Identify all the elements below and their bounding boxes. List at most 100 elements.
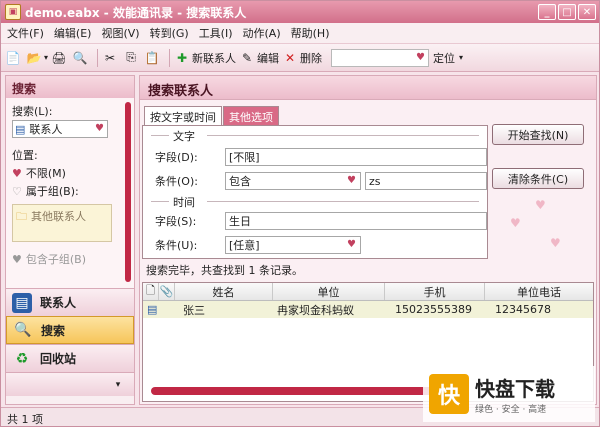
- time-condition-value: [任意]: [229, 239, 260, 252]
- search-type-select[interactable]: ▤ 联系人 ♥: [12, 120, 108, 138]
- new-file-icon: 📄: [5, 50, 21, 65]
- col-type-header[interactable]: 🗋: [143, 283, 159, 300]
- app-window: ▣ demo.eabx - 效能通讯录 - 搜索联系人 _ □ ✕ 文件(F) …: [0, 0, 600, 427]
- document-icon: 🗋: [146, 284, 155, 297]
- menu-help[interactable]: 帮助(H): [291, 25, 330, 41]
- delete-button[interactable]: ✕ 删除: [282, 47, 322, 69]
- col-company-header[interactable]: 单位: [273, 283, 385, 300]
- preview-button[interactable]: 🔍: [72, 47, 90, 69]
- heart-checkbox-icon: ♥: [12, 252, 22, 266]
- delete-label: 删除: [300, 51, 323, 65]
- heart-icon: ♥: [347, 239, 356, 250]
- group-folder-list[interactable]: 🗀 其他联系人: [12, 204, 112, 242]
- heart-icon: ♥: [347, 175, 356, 186]
- position-label: 位置:: [12, 149, 38, 162]
- cut-button[interactable]: ✂: [102, 47, 120, 69]
- heart-radio-icon: ♡: [12, 184, 22, 198]
- minimize-button[interactable]: _: [538, 4, 556, 20]
- option-unlimited[interactable]: ♥ 不限(M): [12, 164, 128, 182]
- time-field-label: 字段(S):: [155, 215, 197, 228]
- time-condition-select[interactable]: [任意] ♥: [225, 236, 361, 254]
- condition-select[interactable]: 包含 ♥: [225, 172, 361, 190]
- window-title: demo.eabx - 效能通讯录 - 搜索联系人: [25, 5, 247, 20]
- edit-label: 编辑: [257, 51, 280, 65]
- tab-other-options[interactable]: 其他选项: [223, 106, 279, 125]
- include-subgroups[interactable]: ♥ 包含子组(B): [12, 250, 128, 268]
- menu-goto[interactable]: 转到(G): [150, 25, 189, 41]
- heart-icon: ♥: [95, 123, 104, 134]
- table-header: 🗋 📎 姓名 单位 手机 单位电话: [143, 283, 593, 301]
- sidebar-title: 搜索: [6, 76, 134, 98]
- print-icon: 🖨: [51, 50, 67, 65]
- locate-button[interactable]: 定位 ▾: [433, 47, 463, 69]
- watermark-tagline: 绿色 · 安全 · 高速: [475, 405, 547, 415]
- copy-button[interactable]: ⎘: [123, 47, 141, 69]
- cell-mobile: 15023555389: [395, 303, 472, 316]
- heart-icon: ♥: [416, 51, 426, 63]
- scissors-icon: ✂: [104, 50, 116, 65]
- search-criteria-panel: 文字 字段(D): [不限] 条件(O): 包含 ♥ zs 时间 字段(S): …: [142, 125, 488, 259]
- col-attachment-header[interactable]: 📎: [159, 283, 175, 300]
- table-row[interactable]: ▤ 张三 冉家坝金科蚂蚁 15023555389 12345678: [143, 301, 593, 318]
- print-button[interactable]: 🖨: [51, 47, 69, 69]
- condition-text-value: zs: [369, 174, 381, 188]
- plus-icon: ✚: [176, 50, 188, 65]
- cell-name: 张三: [183, 303, 205, 317]
- nav-recycle-bin[interactable]: ♻ 回收站: [6, 344, 134, 372]
- tab-text-or-time[interactable]: 按文字或时间: [144, 106, 222, 126]
- toolbar: 📄 📂 ▾ 🖨 🔍 ✂ ⎘ 📋 ✚ 新联系人 ✎ 编辑 ✕ 删除 ♥ 定位 ▾: [1, 44, 599, 72]
- heart-radio-checked-icon: ♥: [12, 166, 22, 180]
- sidebar-search-panel: 搜索(L): ▤ 联系人 ♥ 位置: ♥ 不限(M) ♡ 属于组(B): 🗀 其…: [6, 98, 134, 288]
- sidebar-scrollbar[interactable]: [125, 102, 131, 282]
- contact-card-icon: ▤: [147, 303, 158, 316]
- col-work-phone-header[interactable]: 单位电话: [485, 283, 593, 300]
- menu-actions[interactable]: 动作(A): [243, 25, 281, 41]
- menu-view[interactable]: 视图(V): [101, 25, 139, 41]
- start-search-button[interactable]: 开始查找(N): [492, 124, 584, 145]
- watermark-title: 快盘下载: [475, 377, 555, 401]
- col-name-header[interactable]: 姓名: [175, 283, 273, 300]
- clear-criteria-button[interactable]: 清除条件(C): [492, 168, 584, 189]
- option-group-label: 属于组(B):: [25, 185, 79, 198]
- menu-file[interactable]: 文件(F): [7, 25, 44, 41]
- copy-icon: ⎘: [126, 50, 136, 64]
- field-select-value: [不限]: [229, 151, 260, 164]
- time-field-select[interactable]: 生日: [225, 212, 487, 230]
- nav-more-button[interactable]: ▾: [6, 372, 134, 396]
- option-group[interactable]: ♡ 属于组(B):: [12, 182, 128, 200]
- page-title: 搜索联系人: [140, 76, 596, 100]
- time-field-value: 生日: [229, 215, 251, 228]
- edit-button[interactable]: ✎ 编辑: [239, 47, 279, 69]
- results-scrollbar[interactable]: [151, 387, 451, 395]
- title-bar[interactable]: ▣ demo.eabx - 效能通讯录 - 搜索联系人 _ □ ✕: [1, 1, 599, 23]
- new-file-button[interactable]: 📄: [5, 47, 23, 69]
- condition-text-input[interactable]: zs: [365, 172, 487, 190]
- nav-contacts-label: 联系人: [40, 296, 77, 310]
- search-type-value: 联系人: [29, 123, 63, 136]
- paste-button[interactable]: 📋: [144, 47, 162, 69]
- locate-input[interactable]: ♥: [331, 48, 430, 67]
- cell-work-phone: 12345678: [495, 303, 551, 316]
- maximize-button[interactable]: □: [558, 4, 576, 20]
- time-condition-label: 条件(U):: [155, 239, 198, 252]
- nav-contacts[interactable]: ▤ 联系人: [6, 288, 134, 316]
- menu-tools[interactable]: 工具(I): [199, 25, 233, 41]
- open-button[interactable]: 📂 ▾: [26, 47, 49, 69]
- time-field-row: 字段(S): 生日: [155, 212, 487, 230]
- tab-strip: 按文字或时间 其他选项: [144, 106, 280, 126]
- nav-recycle-label: 回收站: [40, 352, 77, 366]
- watermark: 快 快盘下载 绿色 · 安全 · 高速: [423, 366, 595, 422]
- condition-label: 条件(O):: [155, 175, 198, 188]
- search-label: 搜索(L):: [12, 105, 53, 118]
- close-button[interactable]: ✕: [578, 4, 596, 20]
- watermark-logo-icon: 快: [429, 374, 469, 414]
- search-result-message: 搜索完毕，共查找到 1 条记录。: [146, 264, 303, 277]
- nav-search[interactable]: 🔍 搜索: [6, 316, 134, 344]
- menu-edit[interactable]: 编辑(E): [54, 25, 92, 41]
- chevron-down-icon: ▾: [115, 379, 121, 390]
- field-select[interactable]: [不限]: [225, 148, 487, 166]
- new-contact-button[interactable]: ✚ 新联系人: [174, 47, 236, 69]
- col-mobile-header[interactable]: 手机: [385, 283, 485, 300]
- contact-card-icon: ▤: [12, 292, 32, 313]
- folder-item-label: 其他联系人: [31, 210, 86, 223]
